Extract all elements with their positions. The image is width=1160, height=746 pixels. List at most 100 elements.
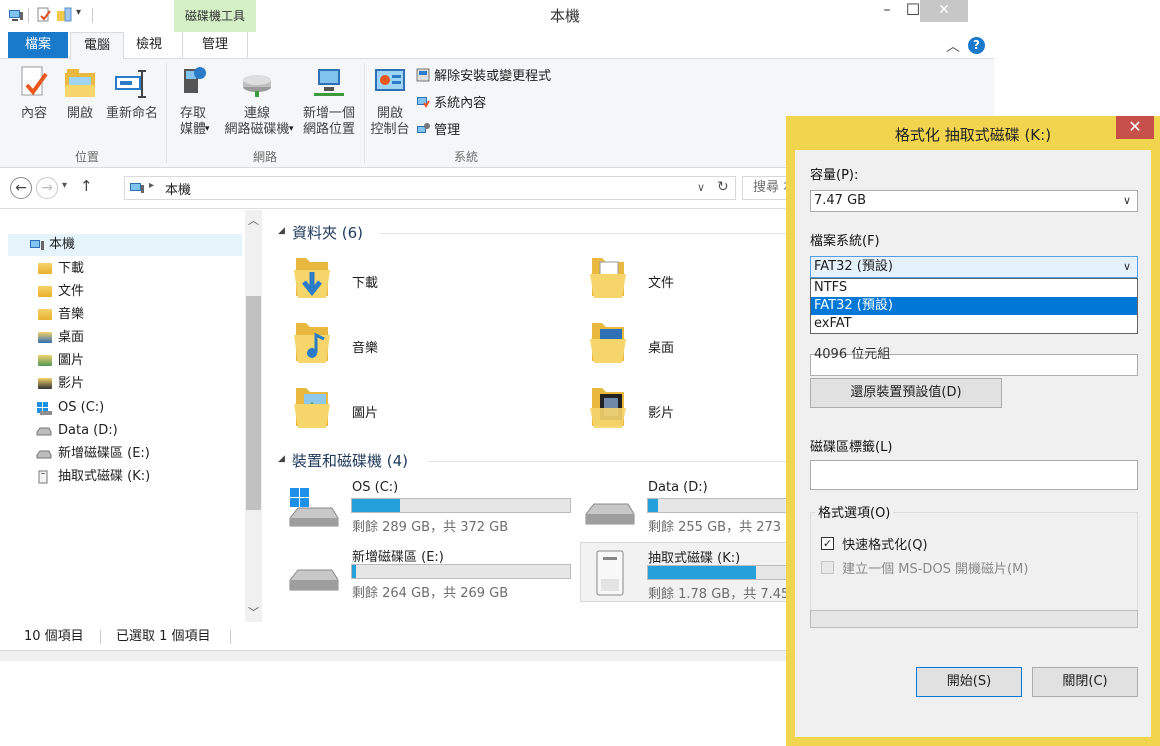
properties-button[interactable]: 內容 xyxy=(14,65,54,122)
dropdown-option-fat32[interactable]: FAT32 (預設) xyxy=(811,297,1137,315)
up-arrow-icon[interactable]: ↑ xyxy=(80,177,93,195)
drive-free-space: 剩餘 1.78 GB，共 7.45 xyxy=(648,587,790,602)
nav-item-music[interactable]: 音樂 xyxy=(38,304,84,326)
drive-item-e[interactable]: 新增磁碟區 (E:) 剩餘 264 GB，共 269 GB xyxy=(288,542,574,601)
quick-format-checkbox[interactable]: ✓ 快速格式化(Q) xyxy=(821,534,928,553)
folder-item-desktop[interactable]: 桌面 xyxy=(588,317,818,373)
volume-label-input[interactable] xyxy=(810,460,1138,490)
drive-item-d[interactable]: Data (D:) 剩餘 255 GB，共 273 G xyxy=(584,476,795,535)
tab-view[interactable]: 檢視 xyxy=(124,32,174,58)
drive-name: Data (D:) xyxy=(648,480,708,495)
drive-usage-bar xyxy=(351,498,571,513)
section-divider xyxy=(380,233,790,234)
nav-item-desktop[interactable]: 桌面 xyxy=(38,327,84,349)
allocation-unit-select[interactable]: 4096 位元組 xyxy=(810,347,1138,376)
folders-section-header[interactable]: 資料夾 (6) xyxy=(292,222,363,243)
refresh-icon[interactable]: ↻ xyxy=(717,179,729,195)
tab-file[interactable]: 檔案 xyxy=(8,32,68,58)
tab-manage[interactable]: 管理 xyxy=(182,32,248,58)
restore-defaults-button[interactable]: 還原裝置預設值(D) xyxy=(810,378,1002,408)
add-network-location-button[interactable]: 新增一個 網路位置 xyxy=(298,65,360,138)
quick-access-dropdown-icon[interactable]: ▾ xyxy=(76,7,81,18)
map-network-drive-button[interactable]: 連線 網路磁碟機 xyxy=(216,65,298,138)
ribbon-tabs: 檔案 電腦 檢視 管理 xyxy=(0,32,994,60)
properties-icon[interactable] xyxy=(36,7,52,23)
nav-item-pictures[interactable]: 圖片 xyxy=(38,350,84,372)
close-button[interactable]: ✕ xyxy=(920,0,968,22)
folder-item-music[interactable]: 音樂 xyxy=(292,317,522,373)
computer-icon[interactable] xyxy=(8,7,24,23)
tab-computer[interactable]: 電腦 xyxy=(70,32,124,60)
uninstall-button[interactable]: 解除安裝或變更程式 xyxy=(416,66,551,84)
breadcrumb[interactable]: 本機 xyxy=(165,179,191,198)
nav-item-drive-d[interactable]: Data (D:) xyxy=(36,420,118,442)
manage-button[interactable]: 管理 xyxy=(416,120,460,138)
drives-section-header[interactable]: 裝置和磁碟機 (4) xyxy=(292,450,408,471)
drive-usage-fill xyxy=(352,499,400,512)
downloads-folder-icon xyxy=(38,263,52,274)
folder-name: 影片 xyxy=(648,406,675,421)
nav-item-documents[interactable]: 文件 xyxy=(38,281,84,303)
scroll-up-icon[interactable]: ︿ xyxy=(248,212,259,228)
scrollbar-thumb[interactable] xyxy=(246,296,261,510)
address-bar[interactable]: ▸ 本機 ∨ ↻ xyxy=(124,176,736,200)
recent-locations-icon[interactable]: ▾ xyxy=(62,180,67,191)
collapse-group-icon[interactable]: ◢ xyxy=(278,226,285,236)
drive-item-k[interactable]: 抽取式磁碟 (K:) 剩餘 1.78 GB，共 7.45 xyxy=(580,542,791,602)
drive-usage-fill xyxy=(352,565,357,578)
nav-item-drive-k[interactable]: 抽取式磁碟 (K:) xyxy=(38,466,150,488)
system-properties-icon xyxy=(417,97,430,108)
msdos-checkbox[interactable]: 建立一個 MS-DOS 開機磁片(M) xyxy=(821,558,1028,577)
start-button[interactable]: 開始(S) xyxy=(916,667,1022,697)
videos-folder-icon xyxy=(38,378,52,389)
scroll-down-icon[interactable]: ﹀ xyxy=(248,604,259,620)
collapse-ribbon-icon[interactable]: ︿ xyxy=(946,36,960,56)
nav-item-videos[interactable]: 影片 xyxy=(38,373,84,395)
capacity-select[interactable]: 7.47 GB ∨ xyxy=(810,190,1138,212)
group-separator xyxy=(166,63,167,163)
dialog-body: 容量(P): 7.47 GB ∨ 檔案系統(F) 4096 位元組 FAT32 … xyxy=(795,150,1151,737)
dropdown-arrow-icon[interactable]: ▾ xyxy=(289,124,294,134)
folder-item-pictures[interactable]: 圖片 xyxy=(292,382,522,438)
videos-folder-icon xyxy=(590,388,626,428)
collapse-group-icon[interactable]: ◢ xyxy=(278,454,285,464)
add-location-label: 新增一個 xyxy=(302,106,355,121)
new-folder-icon[interactable] xyxy=(56,7,72,23)
folder-item-videos[interactable]: 影片 xyxy=(588,382,818,438)
address-dropdown-icon[interactable]: ∨ xyxy=(697,181,705,194)
nav-item-drive-e[interactable]: 新增磁碟區 (E:) xyxy=(36,443,150,465)
nav-item-label: 音樂 xyxy=(58,307,85,322)
dropdown-arrow-icon[interactable]: ▾ xyxy=(205,124,210,134)
navigation-pane: 本機 下載 文件 音樂 桌面 圖片 影片 OS (C:) Data (D:) 新… xyxy=(0,210,262,622)
group-network-label: 網路 xyxy=(252,150,277,164)
forward-button[interactable]: → xyxy=(36,177,58,199)
format-dialog: 格式化 抽取式磁碟 (K:) ✕ 容量(P): 7.47 GB ∨ 檔案系統(F… xyxy=(786,116,1160,746)
windows-drive-icon xyxy=(37,401,52,415)
rename-button[interactable]: 重新命名 xyxy=(104,65,160,122)
dropdown-option-exfat[interactable]: exFAT xyxy=(811,315,1137,333)
uninstall-icon xyxy=(416,68,430,82)
file-system-label: 檔案系統(F) xyxy=(810,234,880,249)
dropdown-option-ntfs[interactable]: NTFS xyxy=(811,279,1137,297)
open-button[interactable]: 開啟 xyxy=(60,65,100,122)
open-control-panel-button[interactable]: 開啟 控制台 xyxy=(368,65,412,138)
minimize-button[interactable]: – xyxy=(872,0,902,22)
nav-item-downloads[interactable]: 下載 xyxy=(38,258,84,280)
file-system-select[interactable]: FAT32 (預設) ∨ xyxy=(810,256,1138,278)
nav-item-this-pc[interactable]: 本機 xyxy=(8,234,242,256)
back-button[interactable]: ← xyxy=(10,177,32,199)
rename-label: 重新命名 xyxy=(105,106,158,121)
system-properties-button[interactable]: 系統內容 xyxy=(416,93,486,111)
computer-icon xyxy=(30,239,44,250)
close-dialog-button[interactable]: 關閉(C) xyxy=(1032,667,1138,697)
help-icon[interactable]: ? xyxy=(968,37,985,54)
drive-usage-fill xyxy=(648,566,756,579)
system-properties-label: 系統內容 xyxy=(434,96,487,111)
folder-item-documents[interactable]: 文件 xyxy=(588,252,818,308)
folder-item-downloads[interactable]: 下載 xyxy=(292,252,522,308)
dialog-close-button[interactable]: ✕ xyxy=(1116,116,1154,139)
divider xyxy=(230,630,231,644)
network-drive-icon xyxy=(243,75,271,97)
drive-item-c[interactable]: OS (C:) 剩餘 289 GB，共 372 GB xyxy=(288,476,574,535)
nav-item-drive-c[interactable]: OS (C:) xyxy=(36,397,104,419)
